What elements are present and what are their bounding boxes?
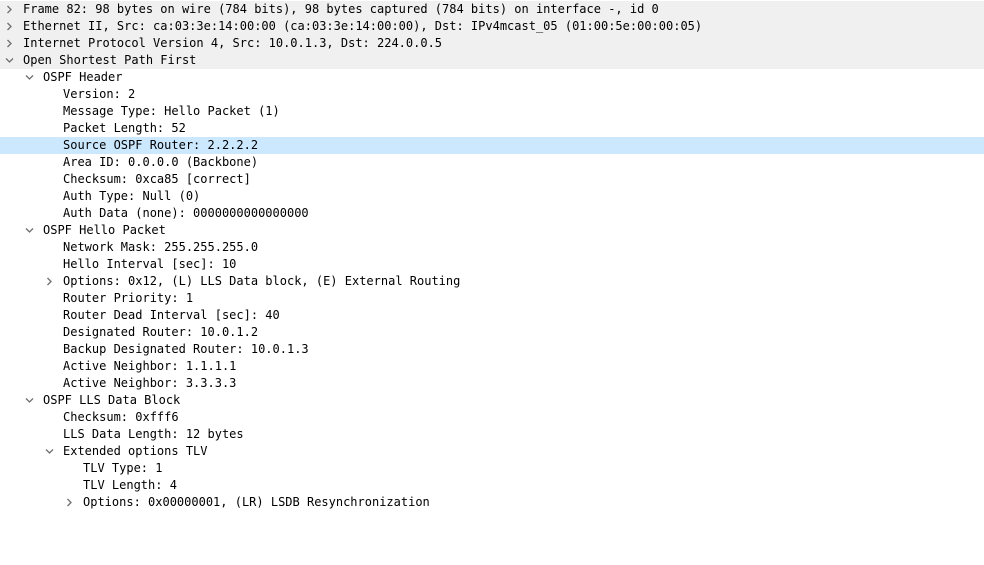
tree-row-label: Backup Designated Router: 10.0.1.3 bbox=[63, 342, 309, 356]
chevron-down-icon[interactable] bbox=[22, 392, 36, 409]
tree-row-lls-checksum[interactable]: Checksum: 0xfff6 bbox=[0, 409, 984, 426]
tree-row-ipv4[interactable]: Internet Protocol Version 4, Src: 10.0.1… bbox=[0, 35, 984, 52]
tree-row-label: TLV Length: 4 bbox=[83, 478, 177, 492]
tree-row-auth-type[interactable]: Auth Type: Null (0) bbox=[0, 188, 984, 205]
tree-row-label: Router Dead Interval [sec]: 40 bbox=[63, 308, 280, 322]
packet-details-tree[interactable]: Frame 82: 98 bytes on wire (784 bits), 9… bbox=[0, 0, 984, 511]
tree-row-ethernet[interactable]: Ethernet II, Src: ca:03:3e:14:00:00 (ca:… bbox=[0, 18, 984, 35]
tree-row-ospf-header[interactable]: OSPF Header bbox=[0, 69, 984, 86]
tree-row-tlv-length[interactable]: TLV Length: 4 bbox=[0, 477, 984, 494]
tree-row-ext-options-tlv[interactable]: Extended options TLV bbox=[0, 443, 984, 460]
tree-row-version[interactable]: Version: 2 bbox=[0, 86, 984, 103]
tree-row-label: Checksum: 0xca85 [correct] bbox=[63, 172, 251, 186]
tree-row-backup-designated-router[interactable]: Backup Designated Router: 10.0.1.3 bbox=[0, 341, 984, 358]
tree-row-label: Ethernet II, Src: ca:03:3e:14:00:00 (ca:… bbox=[23, 19, 703, 33]
tree-row-label: LLS Data Length: 12 bytes bbox=[63, 427, 244, 441]
tree-row-options[interactable]: Options: 0x12, (L) LLS Data block, (E) E… bbox=[0, 273, 984, 290]
tree-row-router-priority[interactable]: Router Priority: 1 bbox=[0, 290, 984, 307]
tree-row-label: Internet Protocol Version 4, Src: 10.0.1… bbox=[23, 36, 443, 50]
chevron-down-icon[interactable] bbox=[22, 222, 36, 239]
tree-row-label: Router Priority: 1 bbox=[63, 291, 194, 305]
chevron-down-icon[interactable] bbox=[22, 69, 36, 86]
tree-row-auth-data[interactable]: Auth Data (none): 0000000000000000 bbox=[0, 205, 984, 222]
tree-row-label: OSPF Hello Packet bbox=[43, 223, 166, 237]
tree-row-label: Source OSPF Router: 2.2.2.2 bbox=[63, 138, 259, 152]
tree-row-lls-block[interactable]: OSPF LLS Data Block bbox=[0, 392, 984, 409]
tree-row-tlv-type[interactable]: TLV Type: 1 bbox=[0, 460, 984, 477]
tree-row-area-id[interactable]: Area ID: 0.0.0.0 (Backbone) bbox=[0, 154, 984, 171]
tree-row-lls-length[interactable]: LLS Data Length: 12 bytes bbox=[0, 426, 984, 443]
chevron-down-icon[interactable] bbox=[2, 52, 16, 69]
tree-row-dead-interval[interactable]: Router Dead Interval [sec]: 40 bbox=[0, 307, 984, 324]
tree-row-label: Open Shortest Path First bbox=[23, 53, 197, 67]
tree-row-label: Area ID: 0.0.0.0 (Backbone) bbox=[63, 155, 259, 169]
tree-row-label: Active Neighbor: 1.1.1.1 bbox=[63, 359, 237, 373]
chevron-right-icon[interactable] bbox=[62, 494, 76, 511]
tree-row-label: TLV Type: 1 bbox=[83, 461, 163, 475]
tree-row-designated-router[interactable]: Designated Router: 10.0.1.2 bbox=[0, 324, 984, 341]
chevron-down-icon[interactable] bbox=[42, 443, 56, 460]
tree-row-network-mask[interactable]: Network Mask: 255.255.255.0 bbox=[0, 239, 984, 256]
tree-row-ospf[interactable]: Open Shortest Path First bbox=[0, 52, 984, 69]
tree-row-hello-interval[interactable]: Hello Interval [sec]: 10 bbox=[0, 256, 984, 273]
tree-row-label: Message Type: Hello Packet (1) bbox=[63, 104, 280, 118]
tree-row-label: Packet Length: 52 bbox=[63, 121, 186, 135]
tree-row-lsdb-options[interactable]: Options: 0x00000001, (LR) LSDB Resynchro… bbox=[0, 494, 984, 511]
tree-row-label: Options: 0x12, (L) LLS Data block, (E) E… bbox=[63, 274, 461, 288]
tree-row-label: OSPF Header bbox=[43, 70, 123, 84]
tree-row-message-type[interactable]: Message Type: Hello Packet (1) bbox=[0, 103, 984, 120]
tree-row-label: Designated Router: 10.0.1.2 bbox=[63, 325, 259, 339]
tree-row-label: Auth Type: Null (0) bbox=[63, 189, 201, 203]
tree-row-active-neighbor-2[interactable]: Active Neighbor: 3.3.3.3 bbox=[0, 375, 984, 392]
chevron-right-icon[interactable] bbox=[2, 35, 16, 52]
tree-row-packet-length[interactable]: Packet Length: 52 bbox=[0, 120, 984, 137]
tree-row-label: Active Neighbor: 3.3.3.3 bbox=[63, 376, 237, 390]
tree-row-label: Auth Data (none): 0000000000000000 bbox=[63, 206, 309, 220]
tree-row-label: Network Mask: 255.255.255.0 bbox=[63, 240, 259, 254]
tree-row-label: Options: 0x00000001, (LR) LSDB Resynchro… bbox=[83, 495, 430, 509]
tree-row-source-router[interactable]: Source OSPF Router: 2.2.2.2 bbox=[0, 137, 984, 154]
tree-row-label: Frame 82: 98 bytes on wire (784 bits), 9… bbox=[23, 2, 659, 16]
chevron-right-icon[interactable] bbox=[42, 273, 56, 290]
tree-row-active-neighbor-1[interactable]: Active Neighbor: 1.1.1.1 bbox=[0, 358, 984, 375]
tree-row-hello-packet[interactable]: OSPF Hello Packet bbox=[0, 222, 984, 239]
tree-row-checksum[interactable]: Checksum: 0xca85 [correct] bbox=[0, 171, 984, 188]
tree-row-label: Version: 2 bbox=[63, 87, 136, 101]
tree-row-label: OSPF LLS Data Block bbox=[43, 393, 181, 407]
chevron-right-icon[interactable] bbox=[2, 18, 16, 35]
tree-row-frame[interactable]: Frame 82: 98 bytes on wire (784 bits), 9… bbox=[0, 1, 984, 18]
tree-row-label: Hello Interval [sec]: 10 bbox=[63, 257, 237, 271]
tree-row-label: Extended options TLV bbox=[63, 444, 208, 458]
chevron-right-icon[interactable] bbox=[2, 1, 16, 18]
tree-row-label: Checksum: 0xfff6 bbox=[63, 410, 179, 424]
